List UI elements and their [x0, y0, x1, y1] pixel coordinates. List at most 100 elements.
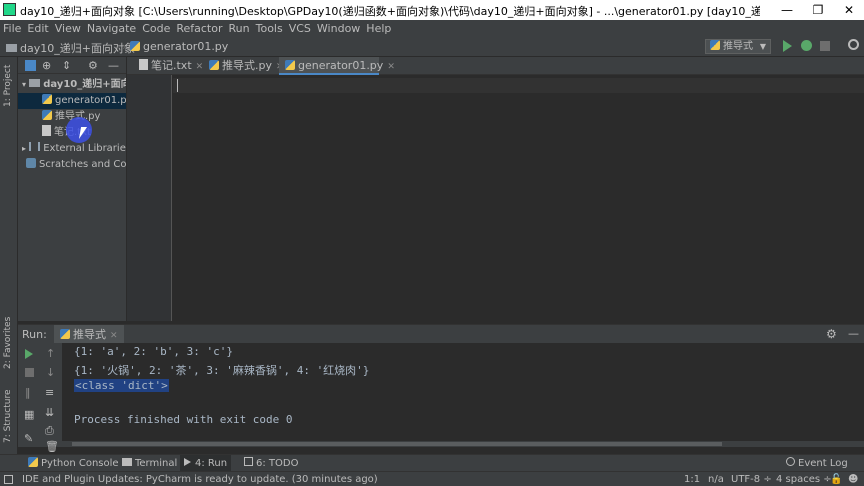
console-line: {1: '火锅', 2: '茶', 3: '麻辣香锅', 4: '红烧肉'} [74, 364, 370, 377]
tab-notes-txt[interactable]: 笔记.txt ✕ [133, 57, 203, 75]
tab-label: 推导式.py [222, 59, 272, 72]
gear-icon[interactable]: ⚙ [826, 327, 837, 341]
arrow-down-icon[interactable]: ↓ [46, 367, 55, 378]
text-file-icon [139, 59, 148, 70]
run-tab-label: 推导式 [73, 328, 106, 341]
status-indent[interactable]: 4 spaces ÷ [776, 473, 832, 486]
tab-project[interactable]: 1: Project [3, 65, 13, 107]
menu-help[interactable]: Help [363, 20, 394, 37]
menu-window[interactable]: Window [314, 20, 363, 37]
print-icon[interactable]: ⎙ [45, 425, 54, 436]
close-button[interactable]: ✕ [834, 0, 864, 20]
tab-terminal[interactable]: Terminal [118, 455, 181, 472]
locate-icon[interactable]: ⊕ [42, 60, 51, 71]
folder-icon [6, 44, 17, 52]
menu-edit[interactable]: Edit [24, 20, 51, 37]
python-console-icon [28, 457, 38, 467]
tree-scratches-label: Scratches and Cons [39, 159, 126, 170]
stop-icon[interactable] [820, 41, 830, 51]
stop-icon[interactable] [25, 368, 34, 377]
chevron-down-icon: ▼ [759, 42, 766, 51]
inspector-icon[interactable]: ☻ [848, 473, 858, 486]
python-file-icon [209, 60, 219, 70]
tab-label: Terminal [135, 458, 178, 469]
tab-todo[interactable]: 6: TODO [240, 455, 302, 472]
lock-icon[interactable]: 🔓 [830, 473, 842, 486]
run-console[interactable]: {1: 'a', 2: 'b', 3: 'c'} {1: '火锅', 2: '茶… [62, 343, 864, 447]
search-icon[interactable] [848, 39, 859, 50]
text-caret [177, 79, 178, 92]
scratches-icon [26, 158, 36, 168]
run-toolbar: ↑ ↓ ‖ ≡ ▦ ⇊ ✎ ⎙ 🗑 [18, 343, 62, 452]
tree-root-folder[interactable]: ▾ day10_递归+面向对 [18, 77, 126, 93]
close-icon[interactable]: ✕ [387, 62, 395, 72]
status-position[interactable]: 1:1 [684, 473, 700, 486]
arrow-up-icon[interactable]: ↑ [46, 348, 55, 359]
status-message[interactable]: IDE and Plugin Updates: PyCharm is ready… [22, 473, 378, 486]
debug-icon[interactable] [801, 40, 812, 51]
scrollbar-thumb[interactable] [72, 442, 722, 446]
status-encoding[interactable]: UTF-8 ÷ [731, 473, 772, 486]
editor-tabs: 笔记.txt✕ 推导式.py✕ generator01.py✕ [127, 57, 864, 75]
menu-file[interactable]: File [0, 20, 24, 37]
menu-navigate[interactable]: Navigate [84, 20, 139, 37]
tab-run[interactable]: 4: Run [180, 455, 232, 472]
status-line-separator[interactable]: n/a [708, 473, 724, 486]
tab-label: generator01.py [298, 59, 384, 72]
status-toggle-icon[interactable] [4, 475, 13, 484]
gear-icon[interactable]: ⚙ [88, 60, 98, 71]
tab-tuidaoshi-py[interactable]: 推导式.py✕ [203, 57, 284, 75]
menu-code[interactable]: Code [139, 20, 173, 37]
menu-bar: File Edit View Navigate Code Refactor Run Tools… [0, 20, 864, 37]
hide-icon[interactable]: — [848, 327, 859, 340]
hide-icon[interactable]: — [108, 60, 119, 71]
menu-view[interactable]: View [52, 20, 84, 37]
layout-icon[interactable]: ▦ [24, 409, 34, 420]
menu-run[interactable]: Run [226, 20, 253, 37]
run-icon[interactable] [783, 40, 792, 52]
tab-event-log[interactable]: Event Log [782, 455, 852, 472]
tab-python-console[interactable]: Python Console [24, 455, 123, 472]
tab-label: Python Console [41, 458, 119, 469]
close-icon[interactable]: ✕ [110, 331, 118, 341]
tab-structure[interactable]: 7: Structure [3, 390, 13, 444]
menu-tools[interactable]: Tools [253, 20, 286, 37]
delete-icon[interactable]: 🗑 [45, 441, 59, 452]
horizontal-scrollbar[interactable] [62, 441, 864, 447]
tree-external-libraries[interactable]: ▸ External Libraries [18, 141, 126, 157]
navigation-bar: day10_递归+面向对象 › generator01.py 推导式 ▼ [0, 37, 864, 57]
bottom-tool-tabs: Python Console Terminal 4: Run 6: TODO E… [0, 454, 864, 472]
scroll-end-icon[interactable]: ⇊ [45, 407, 54, 418]
soft-wrap-icon[interactable]: ≡ [45, 387, 54, 398]
tree-scratches[interactable]: Scratches and Cons [18, 157, 126, 173]
chevron-right-icon: ▸ [22, 144, 27, 153]
pin-icon[interactable]: ✎ [24, 433, 33, 444]
run-panel-header: Run: 推导式 ✕ ⚙ — [18, 324, 864, 344]
run-tab[interactable]: 推导式 ✕ [54, 325, 124, 344]
menu-refactor[interactable]: Refactor [173, 20, 225, 37]
event-log-icon [786, 457, 795, 466]
python-file-icon [710, 40, 720, 50]
code-editor[interactable] [173, 75, 864, 321]
breadcrumb-file[interactable]: generator01.py [130, 40, 228, 53]
tree-file-generator01[interactable]: generator01.py [18, 93, 126, 109]
rerun-icon[interactable] [25, 349, 33, 359]
terminal-icon [122, 458, 132, 466]
tab-generator01-py[interactable]: generator01.py ✕ [279, 57, 395, 75]
console-line: {1: 'a', 2: 'b', 3: 'c'} [74, 345, 233, 358]
selected-text: <class 'dict'> [74, 379, 169, 392]
menu-vcs[interactable]: VCS [286, 20, 314, 37]
breadcrumb-project-label: day10_递归+面向对象 [20, 42, 135, 55]
tab-favorites[interactable]: 2: Favorites [3, 317, 13, 369]
breadcrumb-project[interactable]: day10_递归+面向对象 [6, 40, 135, 56]
maximize-button[interactable]: ❐ [803, 0, 833, 20]
minimize-button[interactable]: — [772, 0, 802, 20]
run-config-dropdown[interactable]: 推导式 ▼ [705, 39, 771, 54]
pause-icon[interactable]: ‖ [25, 387, 31, 398]
project-view-icon[interactable] [25, 60, 36, 71]
collapse-icon[interactable]: ⇕ [62, 60, 71, 71]
tab-label: Event Log [798, 458, 848, 469]
editor-gutter [127, 75, 172, 321]
python-file-icon [60, 329, 70, 339]
python-file-icon [130, 41, 140, 51]
